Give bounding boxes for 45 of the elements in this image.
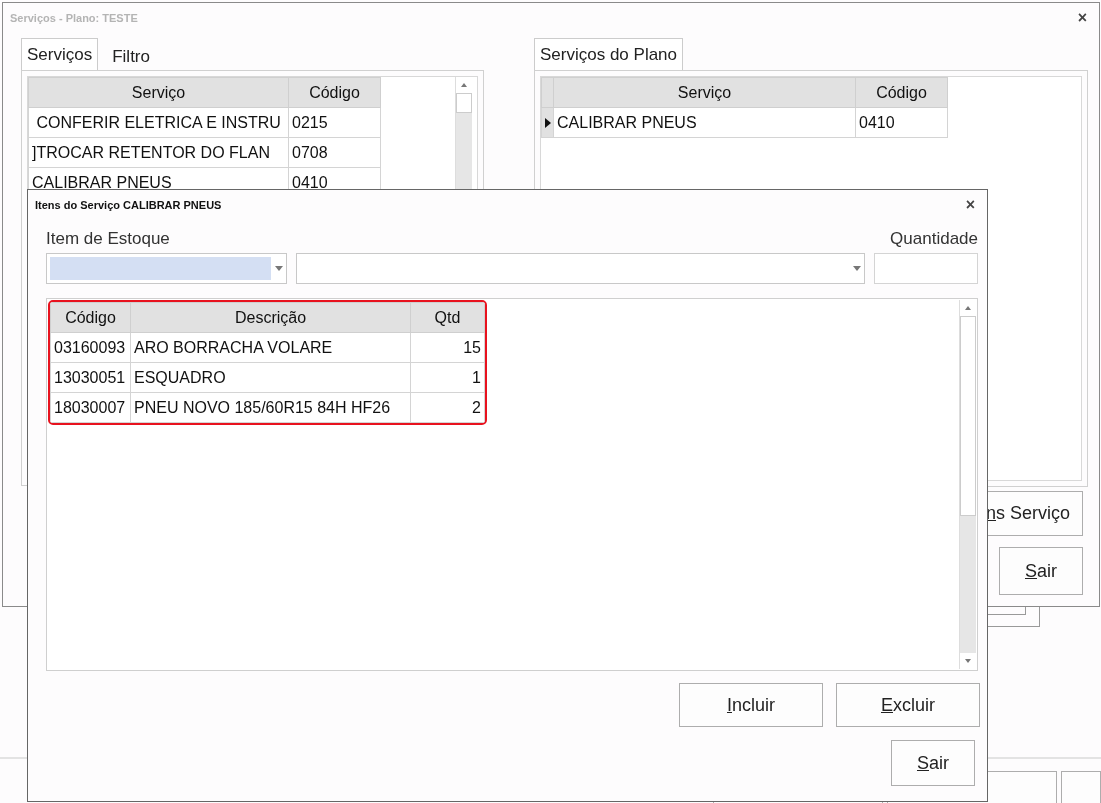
table-cell: ESQUADRO: [130, 362, 411, 393]
tab[interactable]: Filtro: [106, 40, 156, 70]
table-cell: 0410: [855, 107, 948, 138]
table-cell: 15: [410, 332, 485, 363]
table-cell: ARO BORRACHA VOLARE: [130, 332, 411, 363]
table-cell: CONFERIR ELETRICA E INSTRU: [28, 107, 289, 138]
action-button[interactable]: Incluir: [679, 683, 823, 727]
column-header[interactable]: Serviço: [28, 77, 289, 108]
table-cell: ]TROCAR RETENTOR DO FLAN: [28, 137, 289, 168]
scroll-thumb[interactable]: [456, 93, 472, 113]
close-button[interactable]: ×: [1077, 9, 1087, 27]
table-cell: PNEU NOVO 185/60R15 84H HF26: [130, 392, 411, 423]
scroll-thumb[interactable]: [960, 316, 976, 516]
action-button[interactable]: Excluir: [836, 683, 980, 727]
scroll-up-icon[interactable]: [456, 77, 472, 93]
tab[interactable]: Serviços do Plano: [534, 38, 684, 70]
scroll-up-icon[interactable]: [960, 300, 976, 316]
tab[interactable]: Serviços: [21, 38, 99, 70]
table-cell: 2: [410, 392, 485, 423]
table-cell: CALIBRAR PNEUS: [553, 107, 856, 138]
column-header[interactable]: Serviço: [553, 77, 856, 108]
table-cell: 1: [410, 362, 485, 393]
dropdown-caret-icon[interactable]: [275, 266, 284, 271]
table-cell: 0215: [288, 107, 381, 138]
column-header[interactable]: Código: [288, 77, 381, 108]
table-cell: 03160093: [50, 332, 131, 363]
field-label: Quantidade: [890, 229, 978, 249]
close-button[interactable]: ×: [965, 196, 975, 214]
table-cell: 0708: [288, 137, 381, 168]
dropdown-caret-icon[interactable]: [853, 266, 861, 271]
scrollbar[interactable]: [959, 300, 976, 669]
table-cell: 13030051: [50, 362, 131, 393]
column-header[interactable]: Qtd: [410, 302, 485, 333]
bottom-button[interactable]: [1061, 771, 1101, 803]
table-cell: 18030007: [50, 392, 131, 423]
column-header[interactable]: Código: [50, 302, 131, 333]
exit-button[interactable]: Sair: [891, 740, 975, 786]
scroll-down-icon[interactable]: [960, 653, 976, 669]
exit-button[interactable]: Sair: [999, 547, 1083, 595]
quantity-field[interactable]: [874, 253, 978, 284]
dialog-title: Itens do Serviço CALIBRAR PNEUS: [35, 199, 222, 211]
window-title: Serviços - Plano: TESTE: [10, 12, 138, 24]
column-header[interactable]: Código: [855, 77, 948, 108]
column-header[interactable]: Descrição: [130, 302, 411, 333]
field-label: Item de Estoque: [46, 229, 170, 249]
